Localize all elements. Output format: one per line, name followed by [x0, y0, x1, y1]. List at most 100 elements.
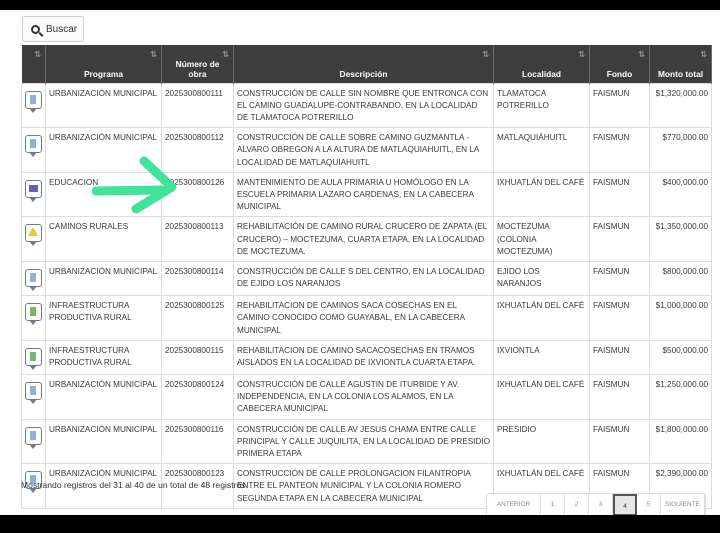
pagination-page[interactable]: 2 — [565, 494, 589, 515]
cell-numero: 2025300800113 — [161, 216, 234, 262]
column-header-numero[interactable]: Número de obra ⇅ — [161, 45, 234, 83]
cell-localidad: IXVIONTLA — [493, 339, 590, 375]
building-icon — [25, 426, 42, 449]
table-row[interactable]: URBANIZACIÓN MUNICIPAL 2025300800114 CONST… — [21, 260, 712, 297]
cell-numero: 2025300800111 — [161, 82, 234, 129]
cell-monto: $1,250,000.00 — [649, 373, 712, 420]
cell-localidad: MOCTEZUMA (COLONIA MOCTEZUMA) — [493, 216, 590, 262]
sort-icon: ⇅ — [482, 50, 489, 59]
cell-monto: $1,800,000.00 — [649, 418, 712, 465]
pagination-next[interactable]: SIGUIENTE — [661, 494, 705, 515]
cell-fondo: FAISMUN — [589, 82, 650, 129]
cell-fondo: FAISMUN — [589, 260, 650, 297]
search-button[interactable]: Buscar — [22, 16, 84, 42]
rural-icon — [25, 303, 42, 326]
building-icon — [25, 90, 42, 113]
cell-icon — [21, 373, 46, 420]
cell-fondo: FAISMUN — [589, 295, 650, 341]
cell-programa: URBANIZACIÓN MUNICIPAL — [45, 82, 162, 129]
cell-icon — [21, 127, 46, 173]
sort-icon: ⇅ — [638, 50, 645, 59]
cell-descripcion: CONSTRUCCIÓN DE CALLE S DEL CENTRO, EN L… — [233, 260, 494, 297]
rural-icon — [25, 347, 42, 370]
cell-monto: $1,350,000.00 — [649, 216, 712, 262]
table-row[interactable]: CAMINOS RURALES 2025300800113 REHABILITACI… — [21, 216, 712, 262]
cell-localidad: TLAMATOCA POTRERILLO — [493, 82, 590, 129]
cell-programa: EDUCACION — [45, 171, 162, 218]
cell-localidad: PRESIDIO — [493, 418, 590, 465]
pagination-page[interactable]: 5 — [637, 494, 661, 515]
cell-fondo: FAISMUN — [589, 171, 650, 218]
sort-icon: ⇅ — [150, 50, 157, 59]
cell-descripcion: CONSTRUCCIÓN DE CALLE AV JESUS CHAMA ENT… — [233, 418, 494, 465]
column-header-fondo[interactable]: Fondo ⇅ — [589, 45, 650, 83]
obras-table: ⇅ Programa ⇅ Número de obra ⇅ Descripción ⇅… — [21, 45, 712, 509]
cell-icon — [21, 339, 46, 375]
page: Buscar ⇅ Programa ⇅ Número de obra ⇅ Descr… — [0, 10, 720, 515]
cell-descripcion: REHABILITACIÓN DE CAMINO RURAL CRUCERO D… — [233, 216, 494, 262]
cell-descripcion: CONSTRUCCIÓN DE CALLE PROLONGACION FILAN… — [233, 463, 494, 509]
cell-programa: CAMINOS RURALES — [45, 216, 162, 262]
cell-numero: 2025300800115 — [161, 339, 234, 375]
cell-fondo: FAISMUN — [589, 418, 650, 465]
column-header-localidad[interactable]: Localidad ⇅ — [493, 45, 590, 83]
sort-icon: ⇅ — [222, 50, 229, 59]
cell-descripcion: CONSTRUCCIÓN DE CALLE SIN NOMBRE QUE ENT… — [233, 82, 494, 129]
road-icon — [25, 224, 42, 247]
cell-fondo: FAISMUN — [589, 339, 650, 375]
cell-icon — [21, 82, 46, 129]
column-header-descripcion[interactable]: Descripción ⇅ — [233, 45, 494, 83]
cell-numero: 2025300800116 — [161, 418, 234, 465]
cell-icon — [21, 418, 46, 465]
sort-icon: ⇅ — [700, 50, 707, 59]
table-row[interactable]: INFRAESTRUCTURA PRODUCTIVA RURAL 20253008… — [21, 295, 712, 341]
column-header-icon[interactable]: ⇅ — [21, 45, 46, 83]
cell-descripcion: REHABILITACION DE CAMINO SACACOSECHAS EN… — [233, 339, 494, 375]
sort-icon: ⇅ — [578, 50, 585, 59]
table-row[interactable]: EDUCACION 2025300800126 MANTENIMIENTO DE A… — [21, 171, 712, 218]
table-row[interactable]: URBANIZACIÓN MUNICIPAL 2025300800112 CONST… — [21, 127, 712, 173]
column-header-programa[interactable]: Programa ⇅ — [45, 45, 162, 83]
pagination: ANTERIOR 1 2 3 4 5 SIGUIENTE — [486, 493, 706, 515]
cell-localidad: EJIDO LOS NARANJOS — [493, 260, 590, 297]
cell-monto: $1,320,000.00 — [649, 82, 712, 129]
cell-localidad: MATLAQUIÁHUITL — [493, 127, 590, 173]
cell-monto: $400,000.00 — [649, 171, 712, 218]
table-body: URBANIZACIÓN MUNICIPAL 2025300800111 CONST… — [21, 82, 712, 509]
table-row[interactable]: URBANIZACIÓN MUNICIPAL 2025300800124 CONST… — [21, 373, 712, 420]
cell-fondo: FAISMUN — [589, 216, 650, 262]
cell-monto: $770,000.00 — [649, 127, 712, 173]
column-header-monto[interactable]: Monto total ⇅ — [649, 45, 712, 83]
cell-monto: $1,000,000.00 — [649, 295, 712, 341]
table-row[interactable]: URBANIZACIÓN MUNICIPAL 2025300800116 CONST… — [21, 418, 712, 465]
sort-icon: ⇅ — [34, 50, 41, 59]
table-header-row: ⇅ Programa ⇅ Número de obra ⇅ Descripción ⇅… — [21, 45, 712, 83]
cell-descripcion: REHABILITACION DE CAMINOS SACA COSECHAS … — [233, 295, 494, 341]
cell-numero: 2025300800125 — [161, 295, 234, 341]
cell-descripcion: CONSTRUCCIÓN DE CALLE SOBRE CAMINO GUZMA… — [233, 127, 494, 173]
table-row[interactable]: URBANIZACIÓN MUNICIPAL 2025300800111 CONST… — [21, 82, 712, 129]
table-row[interactable]: INFRAESTRUCTURA PRODUCTIVA RURAL 20253008… — [21, 339, 712, 375]
cell-programa: URBANIZACIÓN MUNICIPAL — [45, 373, 162, 420]
pagination-page[interactable]: 1 — [541, 494, 565, 515]
cell-fondo: FAISMUN — [589, 373, 650, 420]
cell-icon — [21, 260, 46, 297]
records-info: Mostrando registros del 31 al 40 de un t… — [21, 480, 246, 490]
cell-icon — [21, 171, 46, 218]
cell-numero: 2025300800126 — [161, 171, 234, 218]
pagination-page[interactable]: 4 — [613, 494, 637, 515]
pagination-page[interactable]: 3 — [589, 494, 613, 515]
cell-icon — [21, 216, 46, 262]
search-label: Buscar — [46, 23, 78, 35]
cell-programa: URBANIZACIÓN MUNICIPAL — [45, 260, 162, 297]
search-icon — [31, 24, 40, 34]
cell-localidad: IXHUATLÁN DEL CAFÉ — [493, 373, 590, 420]
cell-numero: 2025300800112 — [161, 127, 234, 173]
cell-icon — [21, 295, 46, 341]
cell-descripcion: MANTENIMIENTO DE AULA PRIMARIA U HOMÓLOG… — [233, 171, 494, 218]
building-icon — [25, 381, 42, 404]
pagination-prev[interactable]: ANTERIOR — [487, 494, 541, 515]
cell-numero: 2025300800114 — [161, 260, 234, 297]
cell-programa: INFRAESTRUCTURA PRODUCTIVA RURAL — [45, 295, 162, 341]
cell-programa: URBANIZACIÓN MUNICIPAL — [45, 127, 162, 173]
